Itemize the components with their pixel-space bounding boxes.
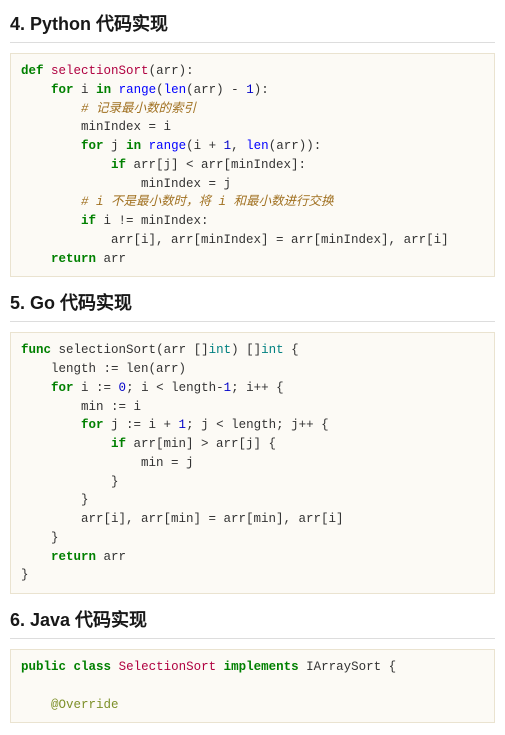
code-block-go: func selectionSort(arr []int) []int { le… <box>10 332 495 594</box>
code-text: ) [] <box>231 343 261 357</box>
code-text: } <box>21 568 29 582</box>
num: 0 <box>119 381 127 395</box>
kw-return: return <box>51 252 96 266</box>
code-text: (i + <box>186 139 224 153</box>
code-text: } <box>111 475 119 489</box>
type-int: int <box>261 343 284 357</box>
num: 1 <box>246 83 254 97</box>
builtin-range: range <box>149 139 187 153</box>
code-text: arr[j] < arr[minIndex]: <box>126 158 306 172</box>
num: 1 <box>224 381 232 395</box>
code-text: ; i++ { <box>231 381 284 395</box>
code-text: (arr [] <box>156 343 209 357</box>
fn-name: selectionSort <box>51 64 149 78</box>
code-text: (arr) <box>186 83 224 97</box>
code-text: } <box>51 531 59 545</box>
kw-public: public <box>21 660 66 674</box>
code-text: ( <box>156 83 164 97</box>
code-text: j <box>111 139 119 153</box>
kw-for: for <box>51 83 74 97</box>
code-text: ): <box>254 83 269 97</box>
kw-implements: implements <box>224 660 299 674</box>
kw-def: def <box>21 64 44 78</box>
code-text: (arr)): <box>269 139 322 153</box>
code-text: min := i <box>81 400 141 414</box>
kw-return: return <box>51 550 96 564</box>
code-text: arr[i], arr[min] = arr[min], arr[i] <box>81 512 344 526</box>
code-text: arr[i], arr[minIndex] = arr[minIndex], a… <box>111 233 449 247</box>
code-text: i := <box>74 381 119 395</box>
code-text: , <box>231 139 246 153</box>
kw-for: for <box>81 139 104 153</box>
code-text: arr <box>96 550 126 564</box>
code-text: ; i < length- <box>126 381 224 395</box>
code-text: - <box>224 83 247 97</box>
fn-name: selectionSort <box>59 343 157 357</box>
code-text: j := i + <box>104 418 179 432</box>
kw-for: for <box>81 418 104 432</box>
type-int: int <box>209 343 232 357</box>
builtin-len: len <box>164 83 187 97</box>
code-text: ; j < length; j++ { <box>186 418 329 432</box>
code-text: i <box>81 83 89 97</box>
comment: # i 不是最小数时，将 i 和最小数进行交换 <box>81 195 334 209</box>
annotation-override: @Override <box>51 698 119 712</box>
code-text: minIndex = i <box>81 120 171 134</box>
code-block-java: public class SelectionSort implements IA… <box>10 649 495 723</box>
comment: # 记录最小数的索引 <box>81 102 196 116</box>
kw-in: in <box>126 139 141 153</box>
builtin-len: len <box>246 139 269 153</box>
code-text: arr <box>96 252 126 266</box>
code-text: (arr): <box>149 64 194 78</box>
iface-name: IArraySort { <box>306 660 396 674</box>
code-text: i != minIndex: <box>96 214 209 228</box>
kw-if: if <box>111 437 126 451</box>
code-block-python: def selectionSort(arr): for i in range(l… <box>10 53 495 277</box>
code-text: length := len(arr) <box>51 362 186 376</box>
section-heading-python: 4. Python 代码实现 <box>10 10 495 43</box>
section-heading-go: 5. Go 代码实现 <box>10 289 495 322</box>
kw-in: in <box>96 83 111 97</box>
code-text: } <box>81 493 89 507</box>
builtin-range: range <box>119 83 157 97</box>
class-name: SelectionSort <box>119 660 217 674</box>
code-text: { <box>284 343 299 357</box>
num: 1 <box>179 418 187 432</box>
code-text: min = j <box>141 456 194 470</box>
code-text: arr[min] > arr[j] { <box>126 437 276 451</box>
kw-func: func <box>21 343 51 357</box>
kw-if: if <box>111 158 126 172</box>
kw-for: for <box>51 381 74 395</box>
kw-class: class <box>74 660 112 674</box>
code-text: minIndex = j <box>141 177 231 191</box>
section-heading-java: 6. Java 代码实现 <box>10 606 495 639</box>
kw-if: if <box>81 214 96 228</box>
